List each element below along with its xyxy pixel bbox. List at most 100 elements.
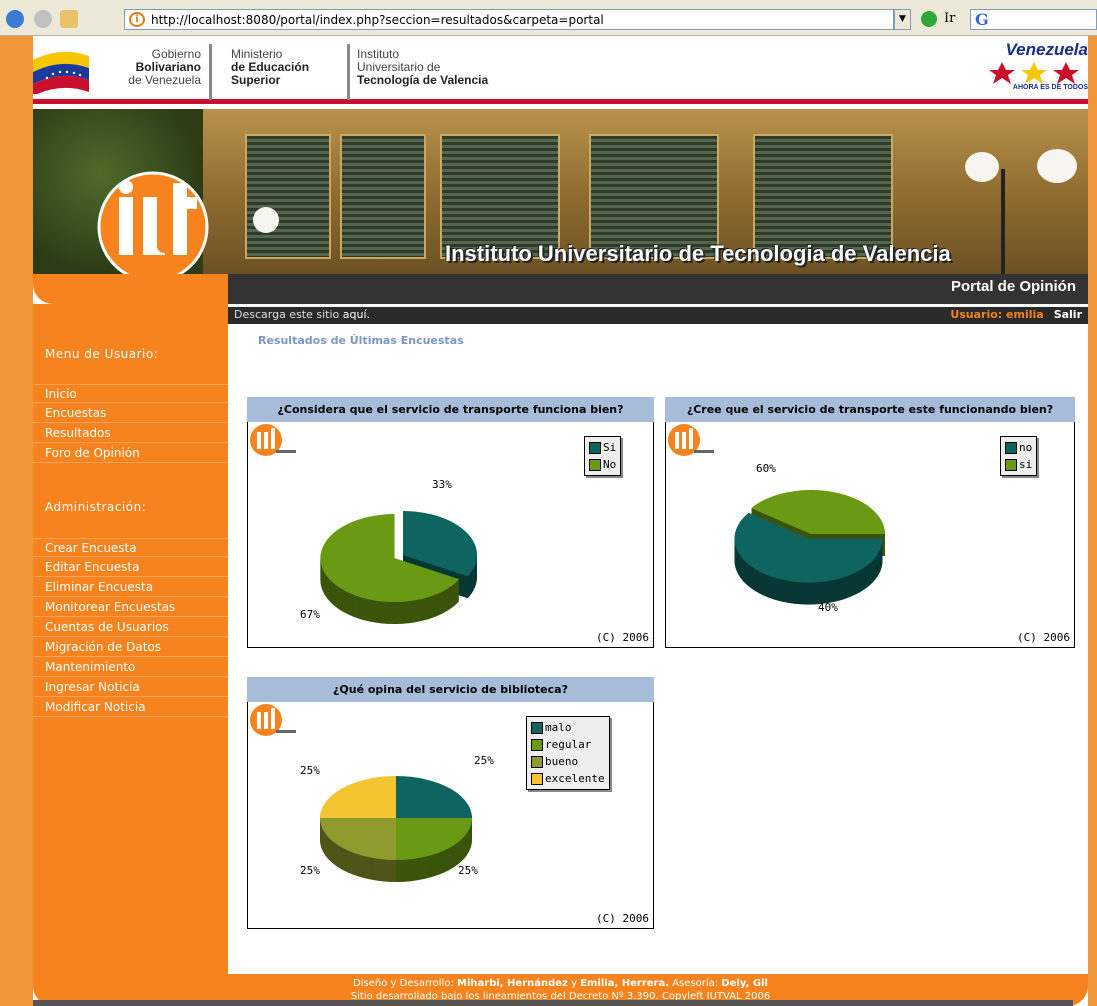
pie-slice-malo bbox=[396, 776, 472, 818]
lamp-post bbox=[1001, 169, 1005, 274]
header-separator bbox=[209, 44, 212, 100]
main-content: Resultados de Últimas Encuestas ¿Conside… bbox=[228, 324, 1088, 974]
legend-entry: bueno bbox=[531, 753, 605, 770]
portal-page: Gobierno Bolivariano de Venezuela Minister… bbox=[33, 36, 1088, 1006]
chart-legend: Si No bbox=[584, 436, 622, 476]
legend-swatch bbox=[531, 722, 543, 734]
legend-label: No bbox=[603, 458, 617, 471]
pie-slice-excelente bbox=[320, 776, 396, 818]
sidebar-item-migracion-de-datos[interactable]: Migración de Datos bbox=[33, 638, 228, 657]
pie-label: 25% bbox=[474, 754, 494, 767]
pie-label: 40% bbox=[818, 601, 838, 614]
iut-mini-logo bbox=[250, 424, 296, 456]
sidebar-item-modificar-noticia[interactable]: Modificar Noticia bbox=[33, 698, 228, 717]
chart-title: ¿Qué opina del servicio de biblioteca? bbox=[247, 677, 654, 702]
banner-window bbox=[340, 134, 426, 259]
legend-entry: Si bbox=[589, 439, 616, 456]
sidebar-item-foro-de-opinion[interactable]: Foro de Opinión bbox=[33, 444, 228, 463]
legend-entry: malo bbox=[531, 719, 605, 736]
banner-title: Instituto Universitario de Tecnologia de… bbox=[445, 241, 951, 266]
legend-label: excelente bbox=[545, 772, 605, 785]
iut-mini-logo bbox=[668, 424, 714, 456]
header-separator bbox=[347, 44, 350, 100]
legend-swatch bbox=[531, 739, 543, 751]
chart-library: ¿Qué opina del servicio de biblioteca? 2… bbox=[247, 677, 654, 929]
pie-label: 25% bbox=[300, 764, 320, 777]
pie-label: 60% bbox=[756, 462, 776, 475]
address-bar[interactable]: i http://localhost:8080/portal/index.php… bbox=[124, 9, 894, 30]
legend-label: Si bbox=[603, 441, 617, 454]
venezuela-flag-icon bbox=[33, 51, 89, 94]
download-text: Descarga este sitio aquí. bbox=[234, 308, 371, 321]
google-search-box[interactable]: G bbox=[970, 9, 1097, 30]
bottom-strip bbox=[33, 1000, 1073, 1006]
legend-entry: excelente bbox=[531, 770, 605, 787]
legend-label: regular bbox=[545, 738, 592, 751]
go-icon[interactable] bbox=[921, 11, 937, 27]
logout-link[interactable]: Salir bbox=[1054, 308, 1082, 321]
sidebar-item-editar-encuesta[interactable]: Editar Encuesta bbox=[33, 558, 228, 577]
chart-legend: malo regular bueno excelente bbox=[526, 716, 610, 790]
user-area: Usuario: emilia Salir bbox=[950, 308, 1082, 321]
chart-copyright: (C) 2006 bbox=[596, 912, 649, 925]
go-button-label[interactable]: Ir bbox=[944, 11, 955, 26]
ministerio-label: Ministerio de Educación Superior bbox=[231, 47, 310, 87]
home-icon[interactable] bbox=[60, 10, 78, 28]
address-dropdown-button[interactable]: ▼ bbox=[894, 9, 911, 30]
portal-title: Portal de Opinión bbox=[950, 278, 1076, 295]
sidebar-item-ingresar-noticia[interactable]: Ingresar Noticia bbox=[33, 678, 228, 697]
user-label: Usuario: emilia bbox=[950, 308, 1044, 321]
sidebar-item-resultados[interactable]: Resultados bbox=[33, 424, 228, 443]
stop-icon[interactable] bbox=[34, 10, 52, 28]
instituto-label: Instituto Universitario de Tecnología de V… bbox=[357, 47, 489, 87]
lamp-globe bbox=[1037, 149, 1077, 183]
chart-copyright: (C) 2006 bbox=[596, 631, 649, 644]
legend-label: bueno bbox=[545, 755, 579, 768]
lamp-globe bbox=[965, 152, 999, 182]
legend-label: no bbox=[1019, 441, 1033, 454]
refresh-icon[interactable] bbox=[6, 10, 24, 28]
sidebar-item-monitorear-encuestas[interactable]: Monitorear Encuestas bbox=[33, 598, 228, 617]
legend-entry: No bbox=[589, 456, 616, 473]
page-title: Resultados de Últimas Encuestas bbox=[258, 334, 464, 347]
sidebar-item-cuentas-de-usuarios[interactable]: Cuentas de Usuarios bbox=[33, 618, 228, 637]
site-favicon: i bbox=[129, 12, 145, 27]
banner-window bbox=[245, 134, 331, 259]
chart-legend: no si bbox=[1000, 436, 1038, 476]
lamp-globe bbox=[253, 207, 279, 233]
legend-entry: si bbox=[1005, 456, 1032, 473]
pie-label: 25% bbox=[300, 864, 320, 877]
sidebar-item-inicio[interactable]: Inicio bbox=[33, 384, 228, 403]
admin-menu-title: Administración: bbox=[45, 500, 147, 514]
portal-bar: Portal de Opinión bbox=[228, 274, 1088, 304]
legend-label: si bbox=[1019, 458, 1033, 471]
sidebar-item-encuestas[interactable]: Encuestas bbox=[33, 404, 228, 423]
topbar: Descarga este sitio aquí. Usuario: emili… bbox=[228, 307, 1088, 324]
address-text: http://localhost:8080/portal/index.php?s… bbox=[151, 13, 604, 27]
sidebar: Menu de Usuario: Inicio Encuestas Resultad… bbox=[33, 304, 228, 974]
sidebar-item-mantenimiento[interactable]: Mantenimiento bbox=[33, 658, 228, 677]
legend-swatch bbox=[531, 756, 543, 768]
legend-swatch bbox=[589, 442, 601, 454]
legend-swatch bbox=[1005, 459, 1017, 471]
chart-copyright: (C) 2006 bbox=[1017, 631, 1070, 644]
pie-label: 67% bbox=[300, 608, 320, 621]
download-link[interactable]: aquí. bbox=[343, 308, 370, 321]
chart-transport-1: ¿Considera que el servicio de transporte… bbox=[247, 397, 654, 648]
legend-swatch bbox=[1005, 442, 1017, 454]
sidebar-item-crear-encuesta[interactable]: Crear Encuesta bbox=[33, 538, 228, 557]
legend-label: malo bbox=[545, 721, 572, 734]
government-header: Gobierno Bolivariano de Venezuela Minister… bbox=[33, 36, 1088, 104]
gobierno-label: Gobierno Bolivariano de Venezuela bbox=[128, 47, 201, 87]
iut-mini-logo bbox=[250, 704, 296, 736]
legend-swatch bbox=[589, 459, 601, 471]
footer-credits: Diseño y Desarrollo: Miharbi, Hernández … bbox=[353, 978, 768, 989]
user-menu-title: Menu de Usuario: bbox=[45, 347, 159, 361]
legend-swatch bbox=[531, 773, 543, 785]
chart-transport-2: ¿Cree que el servicio de transporte este… bbox=[665, 397, 1075, 648]
sidebar-item-eliminar-encuesta[interactable]: Eliminar Encuesta bbox=[33, 578, 228, 597]
legend-entry: no bbox=[1005, 439, 1032, 456]
venezuela-logo: Venezuela AHORA ES DE TODOS bbox=[988, 40, 1088, 100]
pie-label: 25% bbox=[458, 864, 478, 877]
chart-title: ¿Cree que el servicio de transporte este… bbox=[665, 397, 1075, 422]
